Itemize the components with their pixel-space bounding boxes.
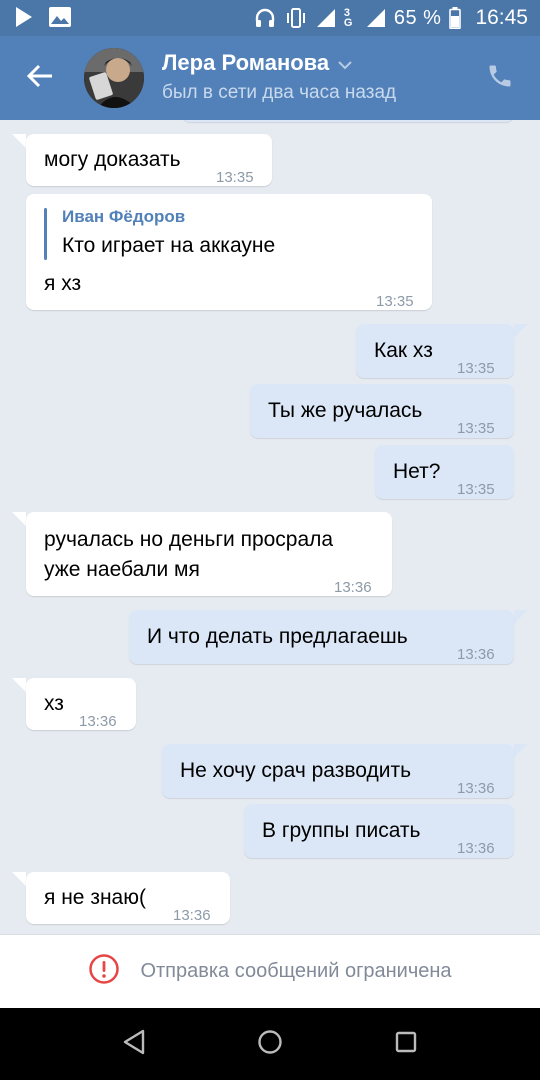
message-time: 13:36 (457, 840, 495, 857)
headphones-icon (254, 7, 276, 29)
bubble-tail (12, 134, 26, 148)
quote-text: Кто играет на аккауне (62, 234, 276, 257)
message-time: 13:36 (79, 713, 117, 730)
message-time: 13:35 (216, 169, 254, 186)
message-text: я не знаю( (44, 886, 146, 909)
chat-header: Лера Романова был в сети два часа назад (0, 36, 540, 120)
message-time: 13:35 (376, 293, 414, 310)
message-bubble-outgoing[interactable]: Ты же ручалась 13:35 (250, 384, 514, 438)
message-time: 13:35 (457, 481, 495, 498)
message-bubble-outgoing[interactable]: И что делать предлагаешь 13:36 (129, 610, 514, 664)
message-bubble-outgoing[interactable]: В группы писать 13:36 (244, 804, 514, 858)
message-text: В группы писать (262, 819, 421, 842)
back-button[interactable] (18, 58, 62, 98)
message-text: Не хочу срач разводить (180, 759, 412, 782)
message-bubble-outgoing[interactable]: Не хочу срач разводить 13:36 (162, 744, 514, 798)
message-bubble-outgoing[interactable]: Как хз 13:35 (356, 324, 514, 378)
quote-bar (44, 208, 47, 260)
nav-recents-button[interactable] (390, 1028, 422, 1060)
triangle-back-icon (121, 1028, 147, 1061)
bubble-tail (12, 872, 26, 886)
message-time: 13:35 (457, 420, 495, 437)
square-recents-icon (394, 1030, 418, 1059)
circle-home-icon (256, 1028, 284, 1061)
message-time: 13:36 (457, 780, 495, 797)
nav-back-button[interactable] (118, 1028, 150, 1060)
message-text: Ты же ручалась (268, 399, 423, 422)
message-text: хз (44, 692, 64, 715)
bubble-tail (514, 324, 528, 338)
bubble-tail (12, 678, 26, 692)
signal-icon-2 (366, 8, 386, 28)
message-text: я хз (44, 272, 82, 295)
phone-icon (486, 62, 514, 95)
restriction-text: Отправка сообщений ограничена (140, 960, 452, 982)
contact-name[interactable]: Лера Романова (162, 50, 353, 76)
network-type-label: 3G (343, 7, 353, 29)
message-time: 13:35 (457, 360, 495, 377)
message-bubble-incoming[interactable]: я не знаю( 13:36 (26, 872, 230, 924)
message-bubble-outgoing[interactable]: Нет? 13:35 (375, 445, 514, 499)
message-text: могу доказать (44, 148, 181, 171)
message-bubble-incoming[interactable]: ручалась но деньги просрала уже наебали … (26, 512, 392, 596)
arrow-left-icon (26, 64, 54, 93)
bubble-tail (514, 744, 528, 758)
exclamation-circle-icon (88, 953, 120, 990)
clock: 16:45 (475, 6, 528, 29)
message-text: Как хз (374, 339, 433, 362)
message-text-line-2: уже наебали мя (44, 558, 200, 581)
battery-percent: 65 % (393, 6, 442, 29)
message-bubble-incoming-quote[interactable]: Иван Фёдоров Кто играет на аккауне я хз … (26, 194, 432, 310)
battery-icon (449, 7, 462, 29)
signal-icon (316, 8, 336, 28)
message-text-line-1: ручалась но деньги просрала (44, 528, 334, 551)
play-icon (14, 6, 34, 28)
message-text: Нет? (393, 460, 441, 483)
bubble-tail (12, 512, 26, 526)
message-time: 13:36 (173, 907, 211, 924)
vibrate-icon (284, 7, 308, 29)
chevron-down-icon (337, 50, 353, 76)
navigation-bar (0, 1008, 540, 1080)
message-time: 13:36 (334, 579, 372, 596)
nav-home-button[interactable] (254, 1028, 286, 1060)
image-icon (48, 6, 72, 28)
quote-author: Иван Фёдоров (62, 207, 186, 226)
status-bar: 3G 65 % 16:45 (0, 0, 540, 36)
contact-name-text: Лера Романова (162, 50, 330, 75)
call-button[interactable] (482, 60, 518, 96)
message-time: 13:36 (457, 646, 495, 663)
avatar[interactable] (84, 48, 144, 108)
message-bubble-partial (182, 120, 514, 122)
message-text: И что делать предлагаешь (147, 625, 408, 648)
message-bubble-incoming[interactable]: хз 13:36 (26, 678, 136, 730)
bubble-tail (514, 610, 528, 624)
contact-status: был в сети два часа назад (162, 82, 397, 103)
message-list[interactable]: могу доказать 13:35 Иван Фёдоров Кто игр… (0, 120, 540, 934)
send-restricted-bar: Отправка сообщений ограничена (0, 934, 540, 1008)
message-bubble-incoming[interactable]: могу доказать 13:35 (26, 134, 272, 186)
